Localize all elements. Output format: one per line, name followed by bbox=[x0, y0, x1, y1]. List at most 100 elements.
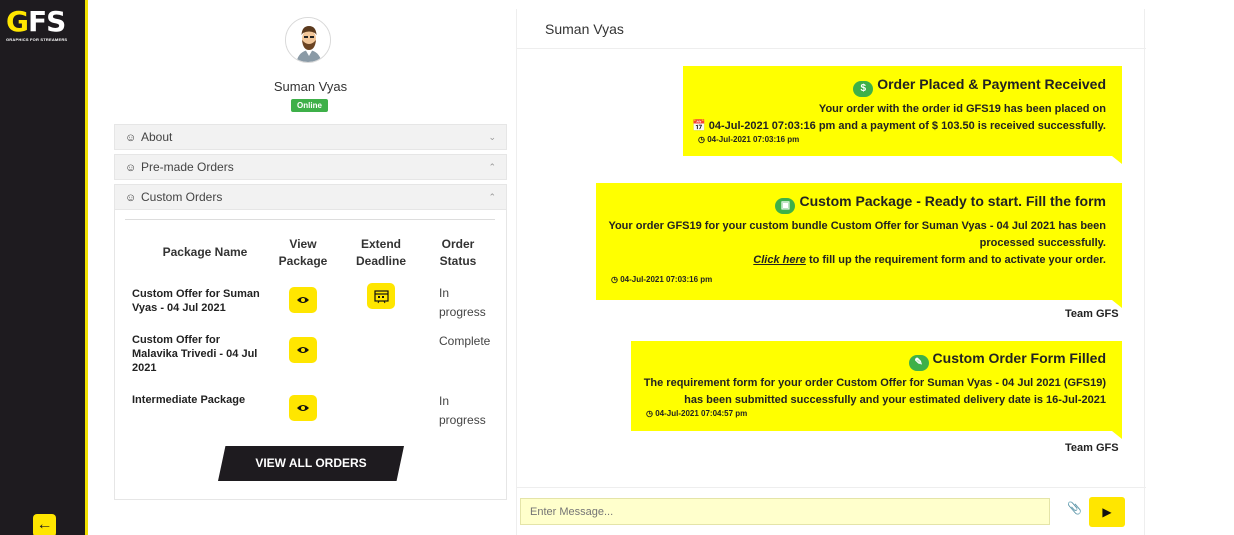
rail-divider bbox=[85, 0, 102, 535]
message-time: ◷ 04-Jul-2021 07:04:57 pm bbox=[631, 409, 1106, 418]
view-all-orders-button[interactable]: VIEW ALL ORDERS bbox=[218, 446, 404, 481]
arrow-left-icon: ← bbox=[36, 516, 53, 533]
chevron-down-icon: ⌄ bbox=[488, 132, 496, 142]
user-icon: ☺ bbox=[125, 192, 137, 204]
message-line-text: to fill up the requirement form and to a… bbox=[805, 254, 1106, 266]
message-line: The requirement form for your order Cust… bbox=[643, 377, 1106, 389]
send-icon: ▶ bbox=[1102, 505, 1112, 519]
view-package-button[interactable] bbox=[289, 395, 317, 421]
table-row-status: Complete bbox=[439, 332, 490, 351]
profile-name: Suman Vyas bbox=[273, 79, 348, 94]
click-here-link[interactable]: Click here bbox=[753, 254, 806, 266]
message-line: processed successfully. bbox=[979, 237, 1106, 249]
message-bubble: ▣ Custom Package - Ready to start. Fill t… bbox=[596, 183, 1122, 308]
view-package-button[interactable] bbox=[289, 287, 317, 313]
row-status-line: In bbox=[439, 286, 450, 300]
bubble-tail bbox=[1112, 156, 1122, 164]
message-bubble: ✎ Custom Order Form Filled The requiremen… bbox=[631, 341, 1122, 439]
row-status-line: progress bbox=[439, 413, 486, 427]
calendar-icon bbox=[373, 289, 389, 303]
message-title-text: Order Placed & Payment Received bbox=[877, 76, 1106, 92]
message-time: ◷ 04-Jul-2021 07:03:16 pm bbox=[596, 275, 1106, 284]
payment-icon: $ bbox=[853, 81, 874, 97]
profile-panel: Suman Vyas Online ☺ About ⌄ ☺ Pre-made Ord… bbox=[114, 9, 507, 500]
message-sender: Team GFS bbox=[1065, 308, 1119, 320]
status-badge: Online bbox=[291, 99, 328, 112]
message-title: ▣ Custom Package - Ready to start. Fill t… bbox=[596, 193, 1106, 214]
message-line: Your order GFS19 for your custom bundle … bbox=[608, 220, 1106, 232]
row-status-line: progress bbox=[439, 305, 486, 319]
chat-input-bar: 📎 ▶ bbox=[517, 487, 1146, 535]
message-time: ◷ 04-Jul-2021 07:03:16 pm bbox=[683, 135, 1106, 144]
row-name-line: Vyas - 04 Jul 2021 bbox=[132, 302, 226, 314]
col-view-package-line1: View bbox=[289, 237, 317, 251]
message-title-text: Custom Order Form Filled bbox=[932, 350, 1106, 366]
col-package-name: Package Name bbox=[162, 245, 248, 259]
table-row-name: Custom Offer for Suman Vyas - 04 Jul 202… bbox=[132, 287, 267, 315]
eye-icon bbox=[297, 347, 309, 353]
message-line: Your order with the order id GFS19 has b… bbox=[818, 103, 1106, 115]
col-extend-deadline-line2: Deadline bbox=[355, 254, 406, 268]
user-icon: ☺ bbox=[125, 162, 137, 174]
orders-table: Package Name View Package Extend Deadlin… bbox=[125, 219, 495, 427]
eye-icon bbox=[297, 297, 309, 303]
message-line: has been submitted successfully and your… bbox=[684, 394, 1106, 406]
logo-text: GFS bbox=[6, 8, 80, 36]
col-order-status-line1: Order bbox=[441, 237, 475, 251]
chevron-up-icon: ⌃ bbox=[488, 192, 496, 202]
message-bubble: $ Order Placed & Payment Received Your or… bbox=[683, 66, 1122, 164]
app-root: GFS GRAPHICS FOR STREAMERS ← Suman Vyas … bbox=[0, 0, 1234, 535]
left-rail: GFS GRAPHICS FOR STREAMERS ← bbox=[0, 0, 85, 535]
col-order-status-line2: Status bbox=[439, 254, 477, 268]
avatar bbox=[285, 17, 331, 63]
col-view-package-line2: Package bbox=[278, 254, 328, 268]
chat-panel: Suman Vyas $ Order Placed & Payment Recei… bbox=[516, 9, 1146, 535]
logo-fs-glyph: FS bbox=[27, 5, 66, 38]
accordion-about-label: About bbox=[141, 130, 173, 144]
message-line: 📅 04-Jul-2021 07:03:16 pm and a payment … bbox=[683, 118, 1106, 135]
accordion-premade-orders[interactable]: ☺ Pre-made Orders ⌃ bbox=[114, 154, 507, 180]
bubble-tail bbox=[1112, 300, 1122, 308]
chevron-up-icon: ⌃ bbox=[488, 162, 496, 172]
eye-icon bbox=[297, 405, 309, 411]
bubble-tail bbox=[1112, 431, 1122, 439]
message-line-text: 04-Jul-2021 07:03:16 pm and a payment of… bbox=[708, 120, 1106, 132]
back-button[interactable]: ← bbox=[33, 514, 56, 535]
paperclip-icon[interactable]: 📎 bbox=[1067, 501, 1082, 515]
brand-logo[interactable]: GFS GRAPHICS FOR STREAMERS bbox=[6, 8, 80, 44]
table-row-name: Custom Offer for Malavika Trivedi - 04 J… bbox=[132, 333, 267, 375]
message-time-text: 04-Jul-2021 07:04:57 pm bbox=[655, 409, 748, 418]
custom-orders-panel: Package Name View Package Extend Deadlin… bbox=[114, 210, 507, 500]
row-name-line: Custom Offer for bbox=[132, 334, 220, 346]
row-name-line: Custom Offer for Suman bbox=[132, 288, 260, 300]
row-name-line: Intermediate Package bbox=[132, 394, 246, 406]
accordion-custom-label: Custom Orders bbox=[141, 190, 223, 204]
col-view-package: View Package bbox=[275, 236, 331, 270]
accordion-about[interactable]: ☺ About ⌄ bbox=[114, 124, 507, 150]
accordion-custom-orders[interactable]: ☺ Custom Orders ⌃ bbox=[114, 184, 507, 210]
col-order-status: Order Status bbox=[430, 236, 486, 270]
extend-deadline-button[interactable] bbox=[367, 283, 395, 309]
col-extend-deadline-line1: Extend bbox=[360, 237, 401, 251]
chat-contact-name: Suman Vyas bbox=[517, 9, 1146, 49]
col-extend-deadline: Extend Deadline bbox=[347, 236, 415, 270]
clock-icon: ◷ bbox=[646, 409, 656, 418]
table-row-status: In progress bbox=[439, 284, 486, 322]
view-package-button[interactable] bbox=[289, 337, 317, 363]
send-button[interactable]: ▶ bbox=[1089, 497, 1125, 527]
table-row-status: In progress bbox=[439, 392, 486, 430]
message-title: ✎ Custom Order Form Filled bbox=[631, 350, 1106, 371]
message-title: $ Order Placed & Payment Received bbox=[683, 76, 1106, 97]
logo-g-glyph: G bbox=[6, 5, 29, 38]
document-icon: ▣ bbox=[775, 198, 796, 214]
accordion-premade-label: Pre-made Orders bbox=[141, 160, 234, 174]
form-icon: ✎ bbox=[908, 355, 929, 371]
clock-icon: ◷ bbox=[611, 275, 621, 284]
clock-icon: ◷ bbox=[698, 135, 708, 144]
row-name-line: 2021 bbox=[132, 362, 157, 374]
table-row-name: Intermediate Package bbox=[132, 393, 267, 407]
message-sender: Team GFS bbox=[1065, 442, 1119, 454]
message-input[interactable] bbox=[520, 498, 1050, 525]
message-time-text: 04-Jul-2021 07:03:16 pm bbox=[707, 135, 800, 144]
row-name-line: Malavika Trivedi - 04 Jul bbox=[132, 348, 258, 360]
